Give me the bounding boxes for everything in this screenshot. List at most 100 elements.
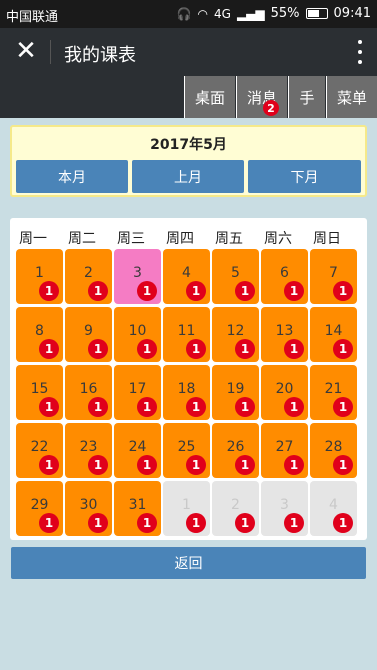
messages-button[interactable]: 消息 2 (236, 76, 287, 118)
day-number: 10 (128, 323, 147, 339)
calendar-day[interactable]: 31 1 (114, 481, 161, 536)
calendar-day[interactable]: 14 1 (310, 307, 357, 362)
day-number: 16 (79, 381, 98, 397)
calendar-day[interactable]: 27 1 (261, 423, 308, 478)
calendar-day[interactable]: 23 1 (65, 423, 112, 478)
day-number: 2 (84, 265, 93, 281)
course-count-badge: 1 (88, 339, 108, 359)
calendar-day[interactable]: 22 1 (16, 423, 63, 478)
weekday-label: 周二 (68, 231, 96, 247)
carrier-label: 中国联通 (6, 10, 59, 25)
course-count-badge: 1 (284, 281, 304, 301)
clock: 09:41 (333, 6, 371, 21)
course-count-badge: 1 (186, 455, 206, 475)
calendar-day[interactable]: 19 1 (212, 365, 259, 420)
calendar-day[interactable]: 24 1 (114, 423, 161, 478)
course-count-badge: 1 (333, 513, 353, 533)
course-count-badge: 1 (333, 281, 353, 301)
course-count-badge: 1 (186, 513, 206, 533)
calendar-day[interactable]: 15 1 (16, 365, 63, 420)
day-number: 21 (324, 381, 343, 397)
calendar-day[interactable]: 21 (65, 249, 112, 304)
this-month-button[interactable]: 本月 (16, 160, 128, 193)
app-bar: ✕ 我的课表 (0, 28, 377, 76)
calendar-day[interactable]: 21 1 (310, 365, 357, 420)
calendar-day[interactable]: 81 (16, 307, 63, 362)
course-count-badge: 1 (88, 455, 108, 475)
day-number: 26 (226, 439, 245, 455)
menu-button[interactable]: 菜单 (326, 76, 377, 118)
calendar-day[interactable]: 30 1 (65, 481, 112, 536)
day-number: 12 (226, 323, 245, 339)
calendar-day[interactable]: 51 (212, 249, 259, 304)
calendar-day-next-month[interactable]: 21 (212, 481, 259, 536)
course-count-badge: 1 (137, 281, 157, 301)
course-count-badge: 1 (284, 513, 304, 533)
day-number: 19 (226, 381, 245, 397)
next-month-button[interactable]: 下月 (248, 160, 361, 193)
hand-button[interactable]: 手 (288, 76, 325, 118)
course-count-badge: 1 (235, 281, 255, 301)
weekday-label: 周日 (313, 231, 341, 247)
divider (50, 40, 51, 64)
wifi-icon: ◠ (197, 6, 208, 21)
calendar-day-next-month[interactable]: 31 (261, 481, 308, 536)
calendar-day[interactable]: 29 1 (16, 481, 63, 536)
close-icon[interactable]: ✕ (12, 38, 40, 66)
calendar-day[interactable]: 28 1 (310, 423, 357, 478)
calendar-day[interactable]: 16 1 (65, 365, 112, 420)
page-title: 我的课表 (64, 45, 136, 66)
day-number: 11 (177, 323, 196, 339)
calendar-day[interactable]: 10 1 (114, 307, 161, 362)
calendar-day[interactable]: 20 1 (261, 365, 308, 420)
calendar-day[interactable]: 41 (163, 249, 210, 304)
weekday-label: 周五 (215, 231, 243, 247)
calendar-day[interactable]: 11 (16, 249, 63, 304)
day-number: 5 (231, 265, 240, 281)
calendar-day[interactable]: 61 (261, 249, 308, 304)
course-count-badge: 1 (137, 397, 157, 417)
desktop-button[interactable]: 桌面 (184, 76, 235, 118)
course-count-badge: 1 (39, 397, 59, 417)
weekday-label: 周四 (166, 231, 194, 247)
calendar-day[interactable]: 12 1 (212, 307, 259, 362)
calendar-day[interactable]: 26 1 (212, 423, 259, 478)
weekday-label: 周三 (117, 231, 145, 247)
course-count-badge: 1 (284, 397, 304, 417)
calendar-day-next-month[interactable]: 41 (310, 481, 357, 536)
course-count-badge: 1 (39, 281, 59, 301)
signal-icon: ▂▄▆ (236, 6, 265, 21)
calendar-day[interactable]: 25 1 (163, 423, 210, 478)
day-number: 23 (79, 439, 98, 455)
calendar-day[interactable]: 18 1 (163, 365, 210, 420)
calendar-grid: 周一 周二 周三 周四 周五 周六 周日 1 1 2 1 3 1 4 1 5 1 6 1 7 1 8 1 9 1 10 1 11 1 12… (10, 218, 367, 540)
course-count-badge: 1 (235, 339, 255, 359)
status-bar: 中国联通 🎧 ◠ 4G ▂▄▆ 55% 09:41 (0, 0, 377, 28)
prev-month-button[interactable]: 上月 (132, 160, 244, 193)
back-button[interactable]: 返回 (11, 547, 366, 579)
course-count-badge: 1 (235, 513, 255, 533)
course-count-badge: 1 (137, 455, 157, 475)
weekday-label: 周六 (264, 231, 292, 247)
status-icons: 🎧 ◠ 4G ▂▄▆ 55% 09:41 (177, 6, 371, 21)
calendar-day[interactable]: 71 (310, 249, 357, 304)
calendar-day[interactable]: 13 1 (261, 307, 308, 362)
more-menu-icon[interactable] (357, 40, 363, 64)
battery-percent: 55% (270, 6, 300, 21)
calendar-day[interactable]: 11 1 (163, 307, 210, 362)
calendar-day[interactable]: 91 (65, 307, 112, 362)
course-count-badge: 1 (333, 339, 353, 359)
headphones-icon: 🎧 (176, 6, 192, 21)
day-number: 18 (177, 381, 196, 397)
network-type: 4G (214, 6, 231, 21)
course-count-badge: 1 (186, 397, 206, 417)
message-count-badge: 2 (263, 100, 279, 116)
calendar-day-today[interactable]: 31 (114, 249, 161, 304)
course-count-badge: 1 (88, 513, 108, 533)
day-number: 25 (177, 439, 196, 455)
battery-icon (305, 8, 328, 19)
calendar-day[interactable]: 17 1 (114, 365, 161, 420)
day-number: 30 (79, 497, 98, 513)
day-number: 4 (329, 497, 338, 513)
calendar-day-next-month[interactable]: 11 (163, 481, 210, 536)
